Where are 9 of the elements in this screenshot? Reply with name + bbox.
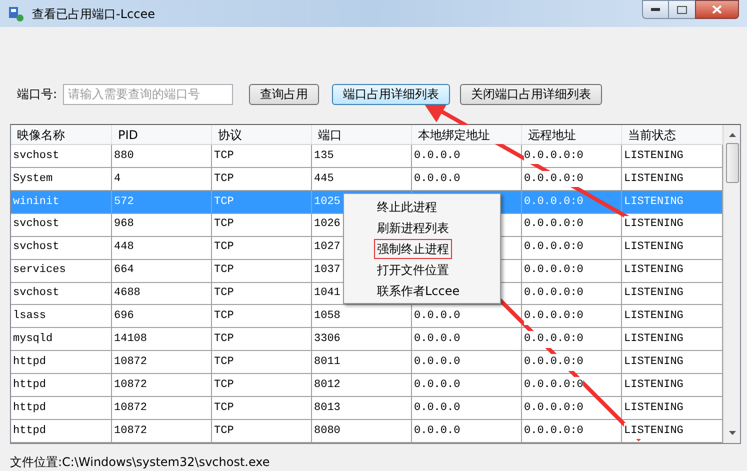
table-cell: 0.0.0.0:0 [524,308,584,325]
port-label: 端口号: [17,86,58,103]
table-cell: 0.0.0.0:0 [524,148,584,164]
window-title: 查看已占用端口-Lccee [32,6,155,22]
table-cell: 0.0.0.0:0 [524,354,584,370]
table-cell: 0.0.0.0:0 [524,331,584,348]
table-cell: 0.0.0.0:0 [524,170,584,188]
file-location-text: 文件位置:C:\Windows\system32\svchost.exe [10,455,270,469]
table-cell: LISTENING [624,422,684,440]
